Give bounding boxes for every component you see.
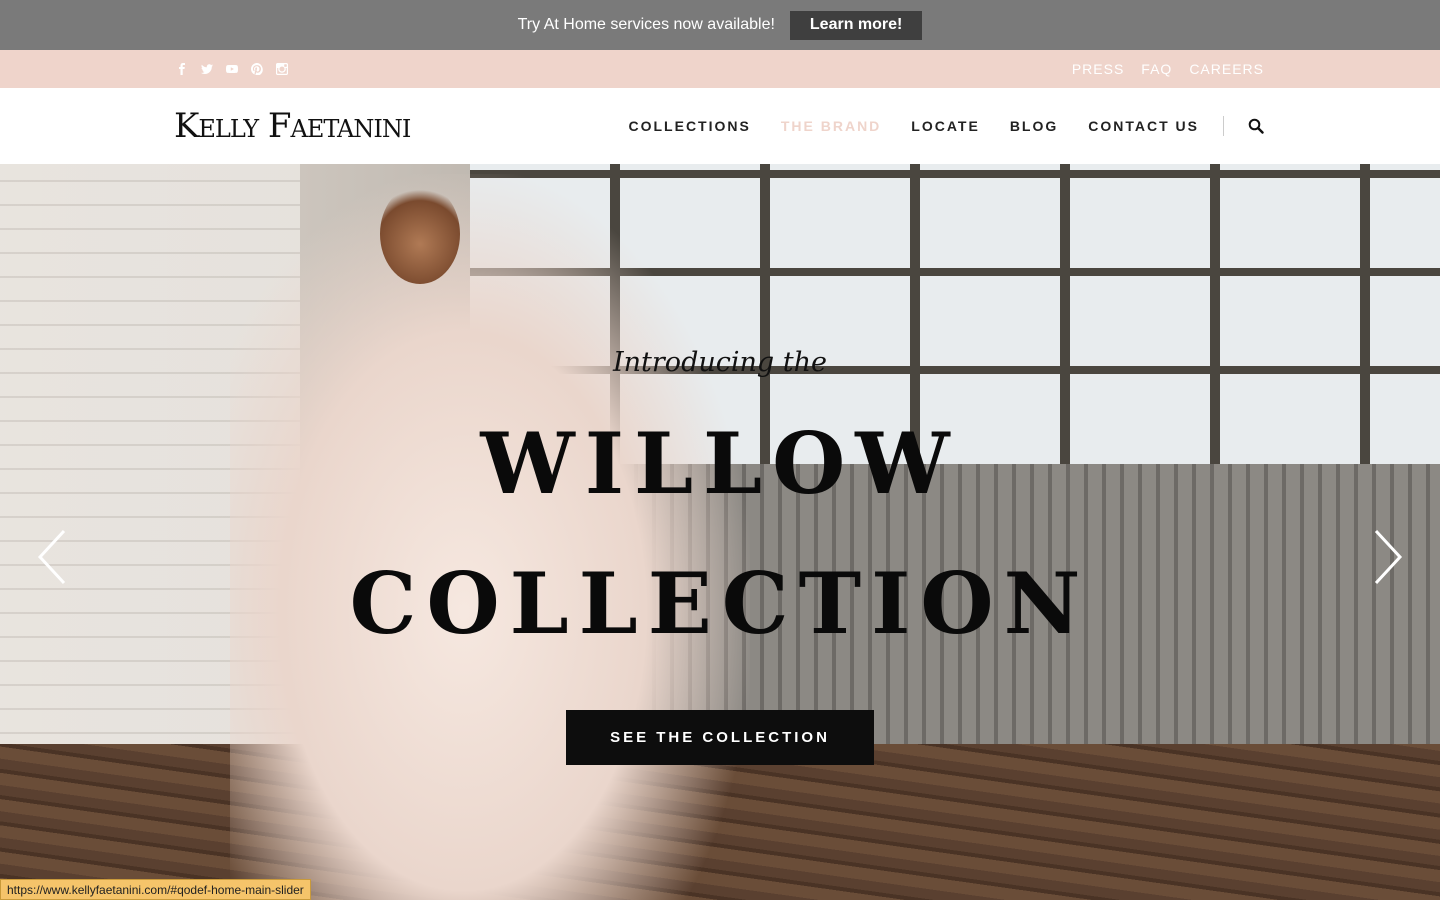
site-header: Kelly Faetanini COLLECTIONS THE BRAND LO… xyxy=(0,88,1440,164)
pinterest-icon[interactable] xyxy=(249,62,264,77)
hero-bride-figure xyxy=(380,184,460,284)
nav-locate[interactable]: LOCATE xyxy=(911,118,980,134)
announcement-text: Try At Home services now available! xyxy=(517,16,775,33)
utility-bar: PRESS FAQ CAREERS xyxy=(0,50,1440,88)
nav-contact-us[interactable]: CONTACT US xyxy=(1088,118,1199,134)
hero-title-line1: WILLOW xyxy=(480,414,960,513)
facebook-icon[interactable] xyxy=(174,62,189,77)
press-link[interactable]: PRESS xyxy=(1072,61,1124,77)
chevron-left-icon[interactable] xyxy=(34,529,70,585)
nav-divider xyxy=(1223,116,1224,136)
chevron-right-icon[interactable] xyxy=(1370,529,1406,585)
search-icon[interactable] xyxy=(1248,118,1264,134)
twitter-icon[interactable] xyxy=(199,62,214,77)
utility-links: PRESS FAQ CAREERS xyxy=(1072,50,1264,88)
hero-intro-text: Introducing the xyxy=(613,347,827,378)
instagram-icon[interactable] xyxy=(274,62,289,77)
announcement-bar: Try At Home services now available! Lear… xyxy=(0,0,1440,50)
hero-title-line2: COLLECTION xyxy=(349,554,1091,653)
main-nav: COLLECTIONS THE BRAND LOCATE BLOG CONTAC… xyxy=(599,88,1265,164)
social-links xyxy=(174,50,289,88)
nav-the-brand[interactable]: THE BRAND xyxy=(781,118,881,134)
status-bar-url: https://www.kellyfaetanini.com/#qodef-ho… xyxy=(0,879,311,900)
youtube-icon[interactable] xyxy=(224,62,239,77)
faq-link[interactable]: FAQ xyxy=(1141,61,1172,77)
see-collection-button[interactable]: SEE THE COLLECTION xyxy=(566,710,874,765)
careers-link[interactable]: CAREERS xyxy=(1189,61,1264,77)
hero-slider: Introducing the WILLOW COLLECTION SEE TH… xyxy=(0,164,1440,900)
learn-more-button[interactable]: Learn more! xyxy=(789,10,923,40)
hero-bride-dress xyxy=(230,174,750,900)
nav-collections[interactable]: COLLECTIONS xyxy=(629,118,751,134)
site-logo[interactable]: Kelly Faetanini xyxy=(174,106,411,146)
nav-blog[interactable]: BLOG xyxy=(1010,118,1058,134)
